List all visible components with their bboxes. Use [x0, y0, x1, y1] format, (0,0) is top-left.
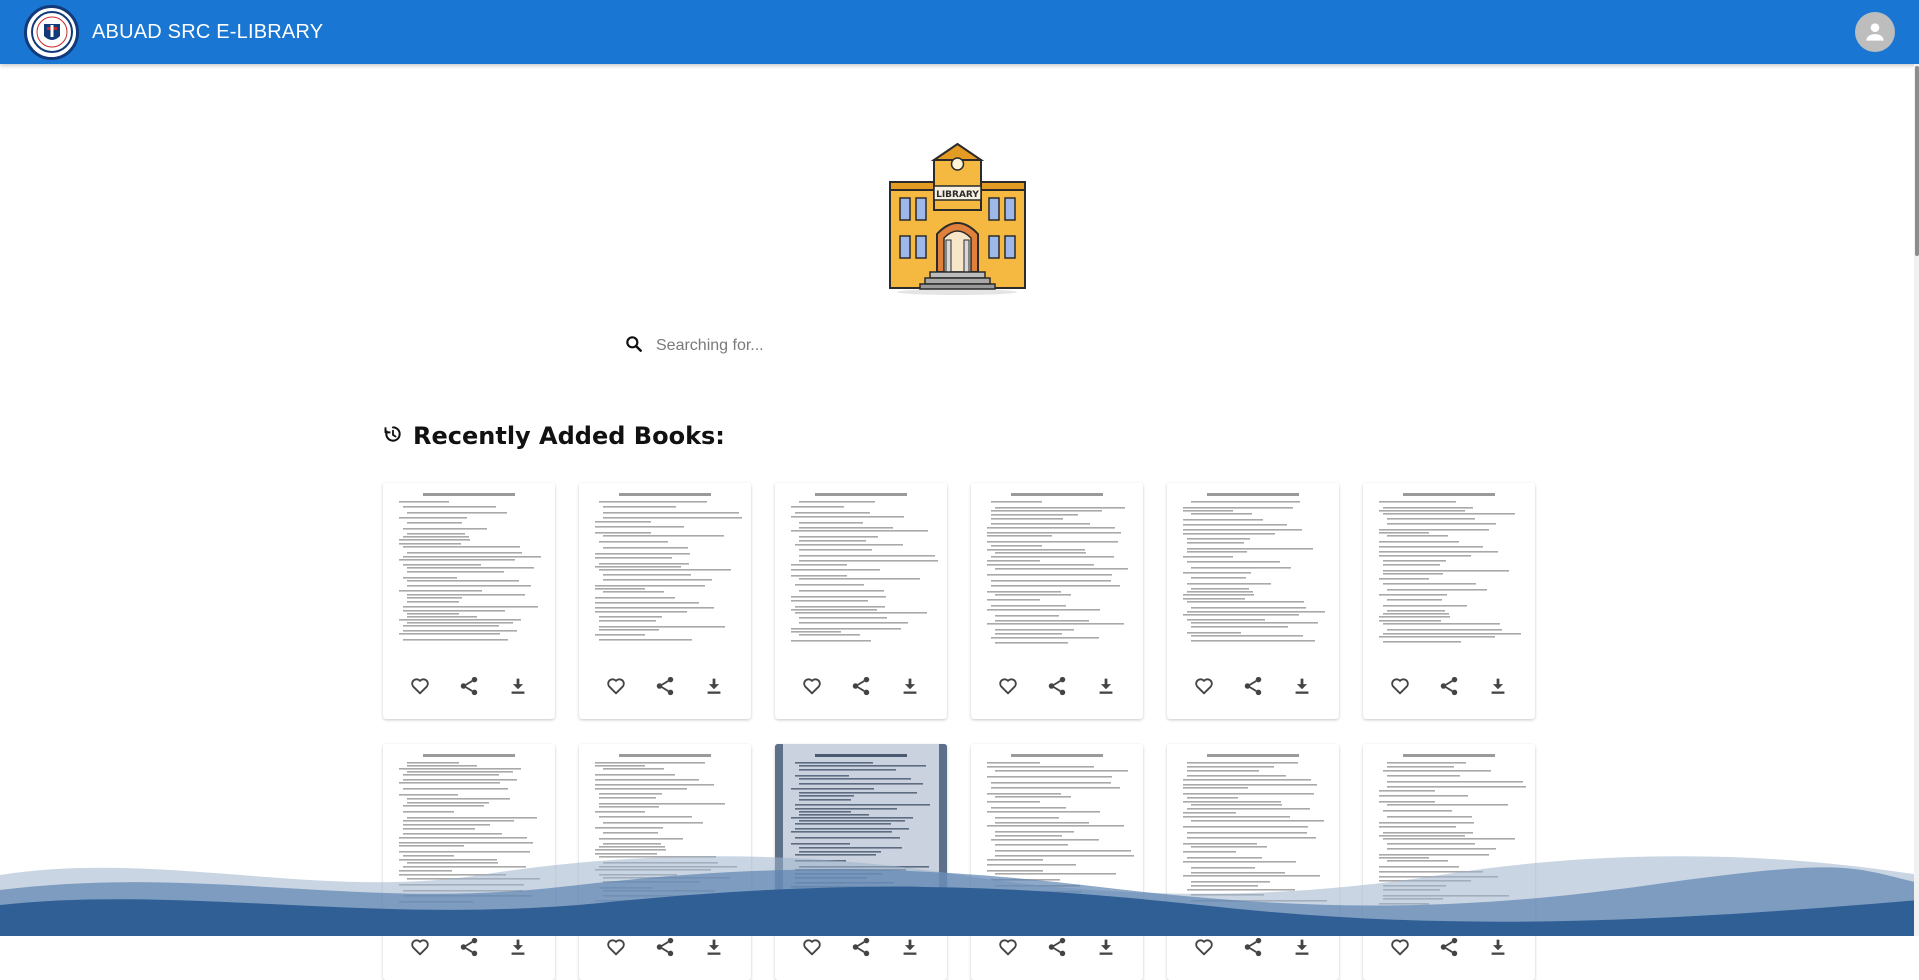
card-actions	[1167, 653, 1339, 719]
book-card[interactable]	[579, 483, 751, 719]
book-card[interactable]	[971, 483, 1143, 719]
share-icon[interactable]	[653, 935, 677, 959]
share-icon[interactable]	[1241, 935, 1265, 959]
share-icon[interactable]	[1045, 674, 1069, 698]
library-building-illustration: LIBRARY	[880, 142, 1035, 297]
download-icon[interactable]	[1290, 935, 1314, 959]
search-input[interactable]	[656, 337, 906, 355]
favorite-icon[interactable]	[1388, 674, 1412, 698]
card-actions	[775, 653, 947, 719]
download-icon[interactable]	[506, 935, 530, 959]
favorite-icon[interactable]	[800, 935, 824, 959]
download-icon[interactable]	[1486, 674, 1510, 698]
book-thumbnail[interactable]	[775, 483, 947, 653]
favorite-icon[interactable]	[996, 935, 1020, 959]
favorite-icon[interactable]	[996, 674, 1020, 698]
search-bar	[624, 332, 924, 360]
share-icon[interactable]	[849, 674, 873, 698]
share-icon[interactable]	[1241, 674, 1265, 698]
download-icon[interactable]	[702, 935, 726, 959]
book-card[interactable]	[1167, 483, 1339, 719]
download-icon[interactable]	[702, 674, 726, 698]
favorite-icon[interactable]	[1388, 935, 1412, 959]
favorite-icon[interactable]	[408, 935, 432, 959]
book-thumbnail[interactable]	[971, 483, 1143, 653]
history-icon	[383, 424, 403, 449]
scrollbar-thumb[interactable]	[1915, 66, 1919, 256]
download-icon[interactable]	[1094, 674, 1118, 698]
share-icon[interactable]	[1437, 674, 1461, 698]
card-actions	[1363, 653, 1535, 719]
share-icon[interactable]	[457, 674, 481, 698]
download-icon[interactable]	[898, 935, 922, 959]
card-actions	[971, 653, 1143, 719]
book-card[interactable]	[1363, 483, 1535, 719]
card-actions	[383, 653, 555, 719]
share-icon[interactable]	[1437, 935, 1461, 959]
download-icon[interactable]	[1094, 935, 1118, 959]
book-card[interactable]	[775, 483, 947, 719]
book-thumbnail[interactable]	[579, 483, 751, 653]
favorite-icon[interactable]	[1192, 935, 1216, 959]
book-card[interactable]	[383, 483, 555, 719]
book-thumbnail[interactable]	[383, 483, 555, 653]
library-sign: LIBRARY	[936, 190, 979, 200]
book-thumbnail[interactable]	[1363, 483, 1535, 653]
download-icon[interactable]	[898, 674, 922, 698]
account-circle-icon[interactable]	[1855, 12, 1895, 52]
download-icon[interactable]	[1486, 935, 1510, 959]
card-actions	[579, 653, 751, 719]
download-icon[interactable]	[506, 674, 530, 698]
share-icon[interactable]	[457, 935, 481, 959]
wave-footer	[0, 855, 1919, 936]
favorite-icon[interactable]	[800, 674, 824, 698]
favorite-icon[interactable]	[408, 674, 432, 698]
search-icon	[624, 334, 644, 359]
download-icon[interactable]	[1290, 674, 1314, 698]
favorite-icon[interactable]	[604, 674, 628, 698]
favorite-icon[interactable]	[604, 935, 628, 959]
share-icon[interactable]	[849, 935, 873, 959]
abuad-src-logo[interactable]	[24, 4, 79, 60]
app-bar: ABUAD SRC E-LIBRARY	[0, 0, 1919, 64]
recently-added-heading: Recently Added Books:	[383, 422, 725, 450]
favorite-icon[interactable]	[1192, 674, 1216, 698]
share-icon[interactable]	[1045, 935, 1069, 959]
app-title: ABUAD SRC E-LIBRARY	[92, 20, 324, 43]
section-title: Recently Added Books:	[413, 422, 725, 450]
book-thumbnail[interactable]	[1167, 483, 1339, 653]
share-icon[interactable]	[653, 674, 677, 698]
